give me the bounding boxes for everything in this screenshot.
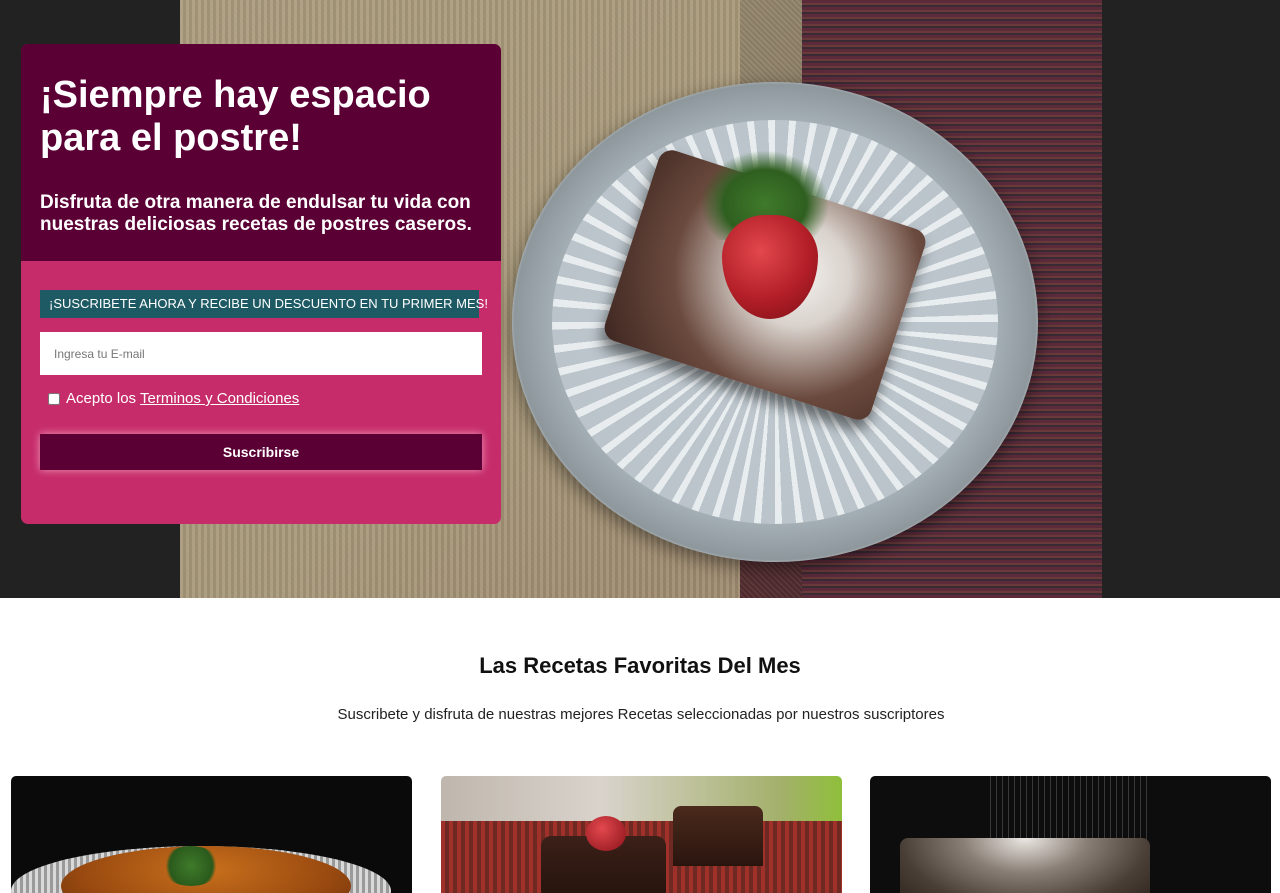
subscribe-card: ¡Siempre hay espacio para el postre! Dis… xyxy=(21,44,501,524)
recipe-card-brownie[interactable] xyxy=(870,776,1271,893)
subscribe-card-header: ¡Siempre hay espacio para el postre! Dis… xyxy=(21,44,501,261)
hero-section: ¡Siempre hay espacio para el postre! Dis… xyxy=(0,0,1280,598)
email-input[interactable] xyxy=(40,332,482,375)
recipes-subtitle: Suscribete y disfruta de nuestras mejore… xyxy=(337,706,945,723)
brownie xyxy=(900,838,1150,893)
recipes-title: Las Recetas Favoritas Del Mes xyxy=(479,653,801,678)
hero-headline: ¡Siempre hay espacio para el postre! xyxy=(40,74,431,159)
terms-label: Acepto los xyxy=(66,390,137,407)
subscribe-button[interactable]: Suscribirse xyxy=(40,434,482,470)
hero-subheadline: Disfruta de otra manera de endulsar tu v… xyxy=(40,192,472,235)
recipe-card-chocolate-cakes[interactable] xyxy=(441,776,842,893)
strawberry xyxy=(586,816,626,851)
recipe-card-flan[interactable] xyxy=(11,776,412,893)
promo-banner: ¡SUSCRIBETE AHORA Y RECIBE UN DESCUENTO … xyxy=(40,290,488,318)
terms-row: Acepto los Terminos y Condiciones xyxy=(48,390,482,407)
subscribe-form: ¡SUSCRIBETE AHORA Y RECIBE UN DESCUENTO … xyxy=(21,261,501,470)
terms-checkbox[interactable] xyxy=(48,392,60,405)
chocolate-cake-small xyxy=(673,806,763,866)
sugar-dust xyxy=(990,776,1150,846)
mint-garnish xyxy=(161,846,221,886)
terms-link[interactable]: Terminos y Condiciones xyxy=(140,390,299,407)
